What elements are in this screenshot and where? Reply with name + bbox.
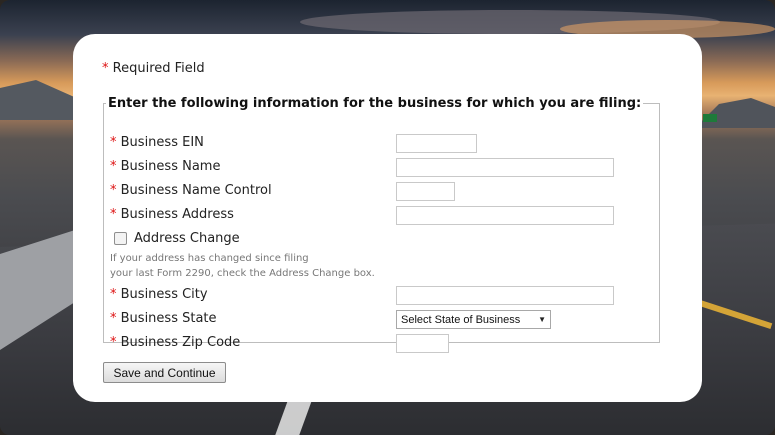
required-star: * xyxy=(110,207,117,222)
ein-label-text: Business EIN xyxy=(120,135,204,150)
name-control-label: * Business Name Control xyxy=(110,183,272,198)
required-star: * xyxy=(110,183,117,198)
city-label: * Business City xyxy=(110,287,208,302)
address-change-help-line1: If your address has changed since filing xyxy=(110,253,309,264)
background-road-sign xyxy=(703,114,717,122)
name-label-text: Business Name xyxy=(120,159,221,174)
business-state-select[interactable]: Select State of Business ▼ xyxy=(396,310,551,329)
required-star: * xyxy=(110,135,117,150)
background-mountain xyxy=(695,98,775,128)
required-star: * xyxy=(110,287,117,302)
zip-label-text: Business Zip Code xyxy=(120,335,241,350)
business-ein-input[interactable] xyxy=(396,134,477,153)
address-label: * Business Address xyxy=(110,207,234,222)
address-change-row[interactable]: Address Change xyxy=(114,231,240,246)
address-change-label: Address Change xyxy=(134,231,240,246)
business-name-control-input[interactable] xyxy=(396,182,455,201)
required-star: * xyxy=(110,159,117,174)
name-label: * Business Name xyxy=(110,159,220,174)
address-change-checkbox[interactable] xyxy=(114,232,127,245)
required-star: * xyxy=(110,335,117,350)
business-info-fieldset: Enter the following information for the … xyxy=(103,96,660,353)
address-change-help: If your address has changed since filing… xyxy=(110,251,375,281)
business-city-input[interactable] xyxy=(396,286,614,305)
required-field-note: * Required Field xyxy=(102,61,205,76)
business-info-form-card: * Required Field Enter the following inf… xyxy=(73,34,702,402)
ein-label: * Business EIN xyxy=(110,135,204,150)
fieldset-legend: Enter the following information for the … xyxy=(108,96,642,111)
business-zip-input[interactable] xyxy=(396,334,449,353)
address-change-help-line2: your last Form 2290, check the Address C… xyxy=(110,268,375,279)
business-name-input[interactable] xyxy=(396,158,614,177)
zip-label: * Business Zip Code xyxy=(110,335,240,350)
business-address-input[interactable] xyxy=(396,206,614,225)
state-label: * Business State xyxy=(110,311,217,326)
save-and-continue-button[interactable]: Save and Continue xyxy=(103,362,226,383)
state-select-value: Select State of Business xyxy=(401,313,521,326)
name-control-label-text: Business Name Control xyxy=(120,183,272,198)
city-label-text: Business City xyxy=(120,287,208,302)
dropdown-arrow-icon: ▼ xyxy=(538,315,546,324)
state-label-text: Business State xyxy=(120,311,217,326)
required-star: * xyxy=(102,61,109,76)
address-label-text: Business Address xyxy=(120,207,234,222)
required-star: * xyxy=(110,311,117,326)
required-field-text: Required Field xyxy=(112,61,205,76)
